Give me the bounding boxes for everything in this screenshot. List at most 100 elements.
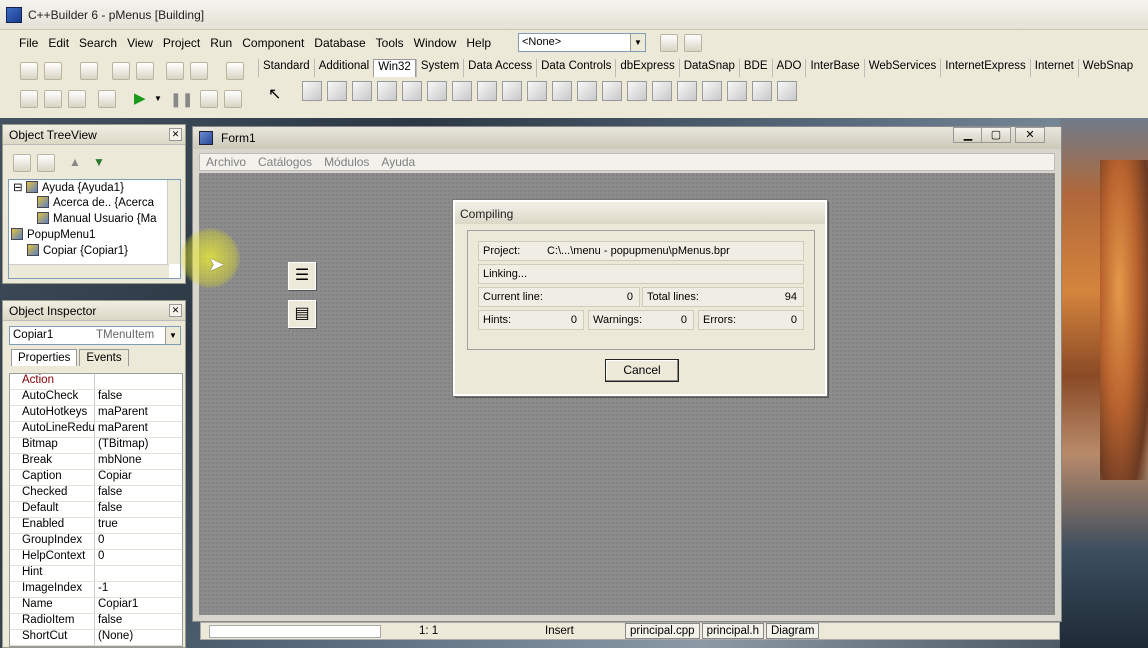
close-icon[interactable]: ✕ bbox=[169, 304, 182, 317]
toggle-form-unit-icon[interactable] bbox=[68, 90, 86, 108]
add-to-project-icon[interactable] bbox=[166, 62, 184, 80]
maximize-icon[interactable]: ▢ bbox=[981, 127, 1011, 143]
richedit-icon[interactable] bbox=[377, 81, 397, 101]
property-value[interactable]: false bbox=[95, 486, 122, 501]
palette-tab-interbase[interactable]: InterBase bbox=[805, 59, 863, 77]
property-value[interactable]: -1 bbox=[95, 582, 108, 597]
tree-item[interactable]: ⊟ Ayuda {Ayuda1} bbox=[9, 180, 180, 196]
property-row[interactable]: AutoHotkeys maParent bbox=[10, 406, 182, 422]
palette-tab-internetexpress[interactable]: InternetExpress bbox=[940, 59, 1030, 77]
pause-icon[interactable]: ❚❚ bbox=[170, 90, 193, 108]
property-row[interactable]: AutoCheck false bbox=[10, 390, 182, 406]
property-row[interactable]: ShortCut (None) bbox=[10, 630, 182, 646]
palette-tab-bde[interactable]: BDE bbox=[738, 59, 772, 77]
new-window-icon[interactable] bbox=[684, 34, 702, 52]
property-value[interactable]: (None) bbox=[95, 630, 133, 645]
property-value[interactable]: false bbox=[95, 502, 122, 517]
property-value[interactable]: 0 bbox=[95, 534, 104, 549]
pagescroller-icon[interactable] bbox=[727, 81, 747, 101]
property-row[interactable]: AutoLineReduc maParent bbox=[10, 422, 182, 438]
tree-item[interactable]: Acerca de.. {Acerca bbox=[9, 196, 180, 212]
comboboxex-icon[interactable] bbox=[752, 81, 772, 101]
property-value[interactable] bbox=[95, 566, 98, 581]
property-row[interactable]: Caption Copiar bbox=[10, 470, 182, 486]
menu-run[interactable]: Run bbox=[205, 36, 237, 54]
palette-tab-additional[interactable]: Additional bbox=[313, 59, 374, 77]
tree-item[interactable]: Copiar {Copiar1} bbox=[9, 244, 180, 260]
form-menu-item[interactable]: Catálogos bbox=[252, 154, 318, 170]
tree-item[interactable]: Manual Usuario {Ma bbox=[9, 212, 180, 228]
tree-horizontal-scrollbar[interactable] bbox=[9, 264, 169, 278]
open-project-icon[interactable] bbox=[136, 62, 154, 80]
property-value[interactable]: maParent bbox=[95, 422, 148, 437]
datetimepicker-icon[interactable] bbox=[527, 81, 547, 101]
new-form-icon[interactable] bbox=[98, 90, 116, 108]
arrow-down-icon[interactable]: ▼ bbox=[93, 155, 105, 169]
property-value[interactable]: 0 bbox=[95, 550, 104, 565]
palette-tab-datasnap[interactable]: DataSnap bbox=[678, 59, 739, 77]
hotkey-icon[interactable] bbox=[477, 81, 497, 101]
property-row[interactable]: Enabled true bbox=[10, 518, 182, 534]
palette-tab-data-controls[interactable]: Data Controls bbox=[536, 59, 615, 77]
form-menu-item[interactable]: Módulos bbox=[318, 154, 375, 170]
property-row[interactable]: Break mbNone bbox=[10, 454, 182, 470]
property-row[interactable]: HelpContext 0 bbox=[10, 550, 182, 566]
view-unit-icon[interactable] bbox=[20, 90, 38, 108]
chevron-down-icon[interactable]: ▼ bbox=[630, 34, 645, 51]
open-file-icon[interactable] bbox=[44, 62, 62, 80]
property-value[interactable]: Copiar1 bbox=[95, 598, 138, 613]
menu-help[interactable]: Help bbox=[461, 36, 496, 54]
property-row[interactable]: Action bbox=[10, 374, 182, 390]
pagecontrol-icon[interactable] bbox=[327, 81, 347, 101]
monthcalendar-icon[interactable] bbox=[552, 81, 572, 101]
palette-tab-data-access[interactable]: Data Access bbox=[463, 59, 536, 77]
property-value[interactable] bbox=[95, 374, 98, 389]
trace-into-icon[interactable] bbox=[200, 90, 218, 108]
run-dropdown-icon[interactable]: ▼ bbox=[154, 94, 162, 103]
palette-tab-system[interactable]: System bbox=[415, 59, 463, 77]
menu-file[interactable]: File bbox=[14, 36, 43, 54]
cancel-button[interactable]: Cancel bbox=[605, 359, 679, 382]
close-icon[interactable]: ✕ bbox=[1015, 127, 1045, 143]
tab-properties[interactable]: Properties bbox=[11, 349, 78, 366]
palette-tab-webservices[interactable]: WebServices bbox=[863, 59, 941, 77]
property-row[interactable]: Bitmap (TBitmap) bbox=[10, 438, 182, 454]
toolbar-icon[interactable] bbox=[677, 81, 697, 101]
help-book-icon[interactable] bbox=[226, 62, 244, 80]
form-menu-item[interactable]: Archivo bbox=[200, 154, 252, 170]
menu-project[interactable]: Project bbox=[158, 36, 205, 54]
property-value[interactable]: false bbox=[95, 390, 122, 405]
palette-tab-win32[interactable]: Win32 bbox=[373, 59, 416, 77]
menu-database[interactable]: Database bbox=[309, 36, 370, 54]
new-item-icon[interactable] bbox=[13, 154, 31, 172]
property-row[interactable]: ImageIndex -1 bbox=[10, 582, 182, 598]
tree-vertical-scrollbar[interactable] bbox=[167, 180, 180, 264]
treeview-icon[interactable] bbox=[577, 81, 597, 101]
chevron-down-icon[interactable]: ▼ bbox=[165, 327, 180, 344]
menu-search[interactable]: Search bbox=[74, 36, 122, 54]
step-over-icon[interactable] bbox=[224, 90, 242, 108]
imagelist-icon[interactable] bbox=[352, 81, 372, 101]
save-icon[interactable] bbox=[80, 62, 98, 80]
progressbar-icon[interactable] bbox=[427, 81, 447, 101]
menu-component[interactable]: Component bbox=[237, 36, 309, 54]
listview-icon[interactable] bbox=[602, 81, 622, 101]
save-all-icon[interactable] bbox=[112, 62, 130, 80]
tree-item[interactable]: PopupMenu1 bbox=[9, 228, 180, 244]
delete-item-icon[interactable] bbox=[37, 154, 55, 172]
run-icon[interactable]: ▶ bbox=[134, 90, 150, 108]
inspector-object-combo[interactable]: Copiar1 TMenuItem ▼ bbox=[9, 326, 181, 345]
property-value[interactable]: true bbox=[95, 518, 118, 533]
trackbar-icon[interactable] bbox=[402, 81, 422, 101]
palette-tab-websnap[interactable]: WebSnap bbox=[1077, 59, 1137, 77]
property-value[interactable]: mbNone bbox=[95, 454, 141, 469]
xpmanifest-icon[interactable] bbox=[777, 81, 797, 101]
headercontrol-icon[interactable] bbox=[627, 81, 647, 101]
remove-from-project-icon[interactable] bbox=[190, 62, 208, 80]
pointer-arrow-icon[interactable]: ↖ bbox=[268, 84, 281, 104]
popup-menu-component-icon[interactable]: ▤ bbox=[288, 300, 316, 328]
property-value[interactable]: (TBitmap) bbox=[95, 438, 148, 453]
component-combo[interactable]: <None> ▼ bbox=[518, 33, 646, 52]
new-file-icon[interactable] bbox=[20, 62, 38, 80]
menu-tools[interactable]: Tools bbox=[371, 36, 409, 54]
